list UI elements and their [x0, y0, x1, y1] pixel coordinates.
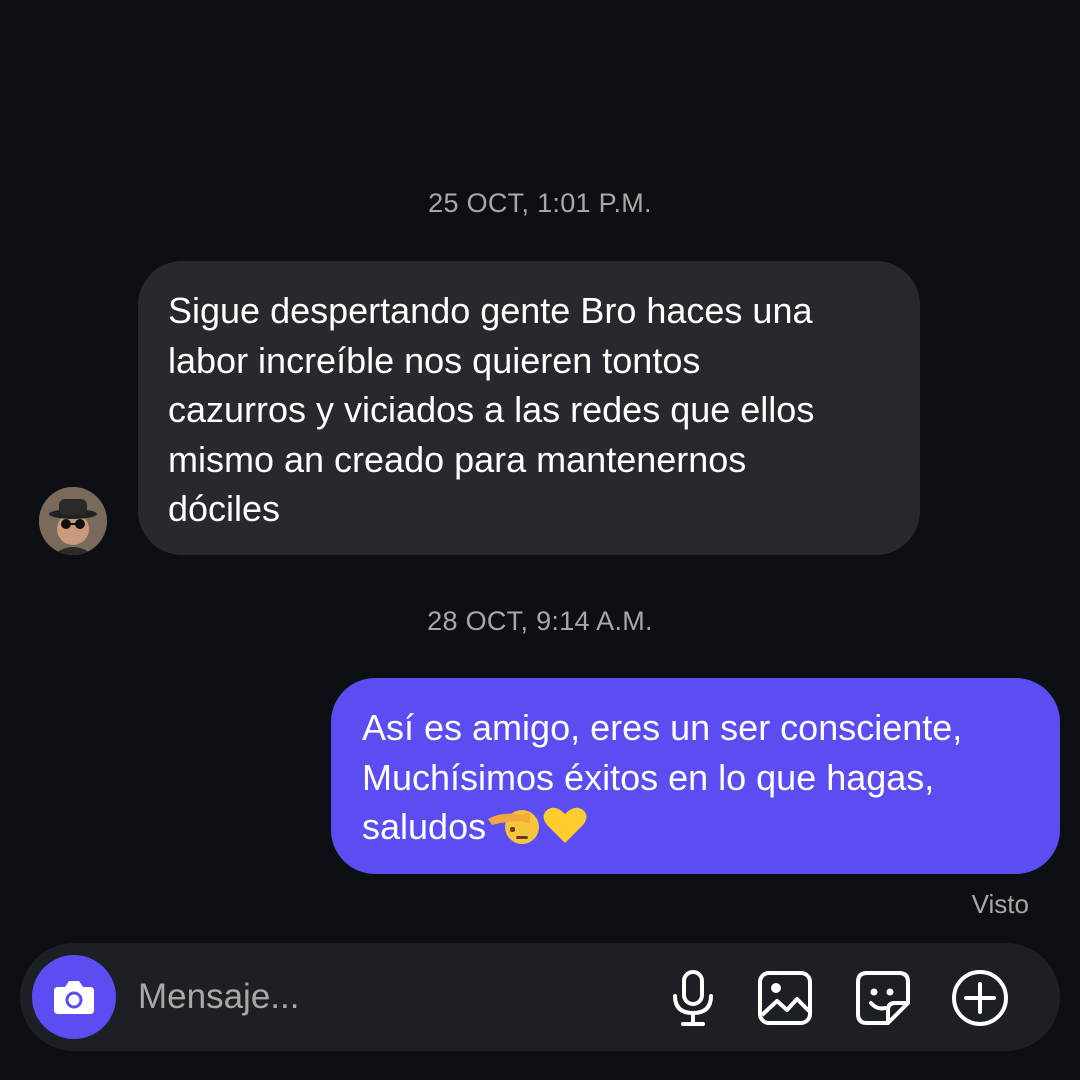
incoming-message-bubble[interactable]: Sigue despertando gente Bro haces una la…: [138, 261, 920, 555]
message-timestamp: 28 OCT, 9:14 A.M.: [427, 606, 653, 636]
sticker-icon: [856, 971, 910, 1025]
microphone-icon: [673, 970, 713, 1026]
sticker-button[interactable]: [854, 969, 912, 1027]
message-composer: [20, 943, 1060, 1051]
chat-screen: 25 OCT, 1:01 P.M. Sigue despertando gent…: [0, 0, 1080, 1080]
message-text-line-with-emoji: saludos: [362, 802, 1030, 858]
message-text-line: dóciles: [168, 488, 281, 529]
sender-avatar[interactable]: [39, 487, 107, 555]
message-text-line: Así es amigo, eres un ser consciente,: [362, 707, 963, 748]
outgoing-message-bubble[interactable]: Así es amigo, eres un ser consciente, Mu…: [331, 678, 1060, 874]
message-text-line: cazurros y viciados a las redes que ello…: [168, 389, 815, 430]
voice-message-button[interactable]: [664, 969, 722, 1027]
seen-status: Visto: [971, 889, 1029, 919]
camera-button[interactable]: [32, 955, 116, 1039]
avatar-photo: [39, 487, 107, 555]
gallery-button[interactable]: [756, 969, 814, 1027]
message-timestamp: 25 OCT, 1:01 P.M.: [428, 188, 652, 218]
camera-icon: [54, 981, 94, 1014]
plus-circle-icon: [952, 970, 1008, 1026]
message-text-line: Sigue despertando gente Bro haces una: [168, 290, 813, 331]
message-text-fragment: saludos: [362, 806, 487, 847]
saluting-face-emoji: [486, 805, 542, 858]
message-text-line: mismo an creado para mantenernos: [168, 438, 747, 480]
message-text-line: Muchísimos éxitos en lo que hagas,: [362, 756, 935, 798]
message-text-line: labor increíble nos quieren tontos: [168, 339, 701, 381]
gallery-icon: [758, 971, 812, 1025]
message-input[interactable]: [138, 973, 618, 1021]
more-options-button[interactable]: [951, 969, 1009, 1027]
yellow-heart-emoji: [542, 805, 588, 858]
